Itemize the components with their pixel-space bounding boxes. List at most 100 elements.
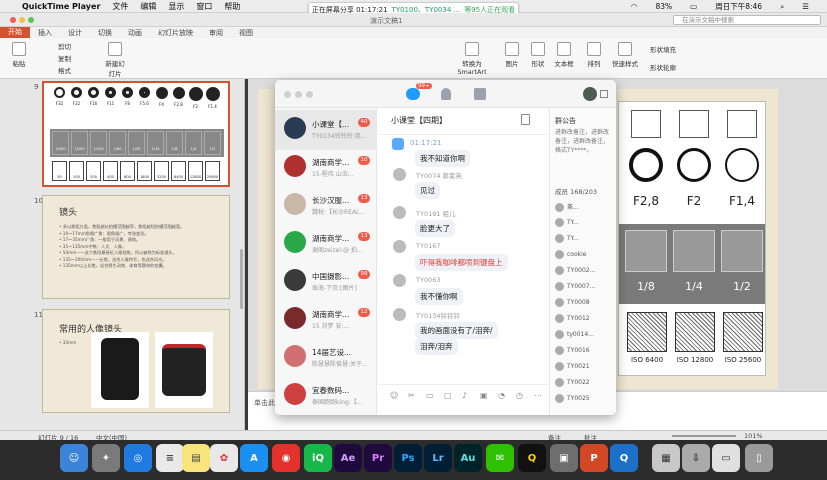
- photos-icon[interactable]: ✿: [210, 444, 238, 472]
- textbox-button[interactable]: 文本框: [554, 42, 574, 68]
- quicktime-icon[interactable]: Q: [610, 444, 638, 472]
- conversation-item[interactable]: 湖南商学... 15-程伟 山泊... 10: [275, 148, 377, 188]
- thumbnail-slide-9[interactable]: F32 F22 F16 F11 F8 F5.6 F4 F2.8 F2 F1.4 1/500 1/25…: [42, 81, 230, 187]
- launchpad-icon[interactable]: ✦: [92, 444, 120, 472]
- tab-view[interactable]: 视图: [231, 28, 261, 38]
- message-bubble[interactable]: 我不懂你啊: [415, 288, 463, 305]
- message-bubble[interactable]: 脸更大了: [415, 220, 455, 237]
- menu-help[interactable]: 帮助: [224, 1, 240, 12]
- menu-edit[interactable]: 编辑: [140, 1, 156, 12]
- after-effects-icon[interactable]: Ae: [334, 444, 362, 472]
- avatar[interactable]: [583, 87, 597, 101]
- member-item[interactable]: TY...: [555, 218, 613, 230]
- message-icon[interactable]: [406, 88, 420, 100]
- conversation-item[interactable]: 中国摄影... 珠海-下页:[图片] 99: [275, 262, 377, 302]
- paste-button[interactable]: 粘贴: [8, 42, 30, 68]
- menu-app-name[interactable]: QuickTime Player: [22, 2, 100, 11]
- notification-icon[interactable]: ☰: [802, 2, 809, 11]
- conversation-item[interactable]: 14届艺设... 陈慧慧陈俊慧:关于...: [275, 338, 377, 378]
- zoom-slider[interactable]: [672, 435, 736, 437]
- zoom-button[interactable]: [28, 17, 34, 23]
- downloads-icon[interactable]: ⇩: [682, 444, 710, 472]
- conversation-item[interactable]: 小课堂【... TY0134铃铃铃:我... 40: [275, 110, 377, 150]
- member-item[interactable]: TY0022: [555, 378, 613, 390]
- notes-icon[interactable]: ≡: [156, 444, 184, 472]
- stickies-icon[interactable]: ▤: [182, 444, 210, 472]
- screenshot-icon[interactable]: ▣: [550, 444, 578, 472]
- photoshop-icon[interactable]: Ps: [394, 444, 422, 472]
- apps-icon[interactable]: [474, 88, 486, 100]
- message-bubble[interactable]: 我的画面没有了/泪奔/: [415, 322, 498, 339]
- member-item[interactable]: TY0007...: [555, 282, 613, 294]
- conversation-item[interactable]: 宜春数码... 泰国跑跑king:【...: [275, 376, 377, 415]
- member-item[interactable]: cookie: [555, 250, 613, 262]
- more-icon[interactable]: ⋯: [534, 391, 542, 400]
- cut-button[interactable]: 剪切: [58, 41, 71, 51]
- member-item[interactable]: 茶...: [555, 202, 613, 214]
- image-icon[interactable]: ▢: [444, 391, 452, 400]
- message-bubble[interactable]: 泪奔/泪奔: [415, 338, 458, 355]
- clock[interactable]: 周日下午8:46: [715, 1, 762, 12]
- avatar[interactable]: [393, 308, 406, 321]
- trash-icon[interactable]: ▯: [745, 444, 773, 472]
- tab-insert[interactable]: 插入: [30, 28, 60, 38]
- emoji-icon[interactable]: ☺: [390, 391, 398, 400]
- battery-percent[interactable]: 83%: [655, 2, 672, 11]
- folder-icon[interactable]: ▭: [426, 391, 434, 400]
- preview-icon[interactable]: ▦: [652, 444, 680, 472]
- finder-icon[interactable]: ☺: [60, 444, 88, 472]
- member-item[interactable]: TY0002...: [555, 266, 613, 278]
- premiere-icon[interactable]: Pr: [364, 444, 392, 472]
- tab-design[interactable]: 设计: [60, 28, 90, 38]
- zoom-button[interactable]: [306, 91, 313, 98]
- shape-button[interactable]: 形状: [530, 42, 546, 68]
- message-bubble[interactable]: 见过: [415, 182, 440, 199]
- netease-music-icon[interactable]: ◉: [272, 444, 300, 472]
- tab-slideshow[interactable]: 幻灯片放映: [150, 28, 201, 38]
- contacts-icon[interactable]: [441, 88, 451, 100]
- tab-transitions[interactable]: 切换: [90, 28, 120, 38]
- wechat-icon[interactable]: ✉: [486, 444, 514, 472]
- picture-button[interactable]: 图片: [504, 42, 520, 68]
- window-toggle-icon[interactable]: [600, 90, 608, 98]
- message-bubble[interactable]: 吓得我咖啡都喷到键盘上: [415, 254, 508, 271]
- wifi-icon[interactable]: ◠: [631, 2, 638, 11]
- menu-file[interactable]: 文件: [112, 1, 128, 12]
- member-item[interactable]: TY0016: [555, 346, 613, 358]
- avatar[interactable]: [393, 240, 406, 253]
- close-button[interactable]: [10, 17, 16, 23]
- screen-share-icon[interactable]: [392, 138, 404, 150]
- avatar[interactable]: [393, 206, 406, 219]
- audition-icon[interactable]: Au: [454, 444, 482, 472]
- search-input[interactable]: 在演示文稿中搜索: [673, 15, 821, 25]
- shape-fill-button[interactable]: 形状填充: [650, 44, 676, 54]
- message-bubble[interactable]: 我不知道你啊: [415, 150, 470, 167]
- minimize-button[interactable]: [295, 91, 302, 98]
- format-button[interactable]: 格式: [58, 65, 71, 75]
- microphone-icon[interactable]: ♪: [462, 391, 467, 400]
- iqiyi-icon[interactable]: iQ: [304, 444, 332, 472]
- quick-styles-button[interactable]: 快速样式: [612, 42, 638, 68]
- member-item[interactable]: TY...: [555, 234, 613, 246]
- menu-window[interactable]: 窗口: [196, 1, 212, 12]
- member-item[interactable]: TY0008: [555, 298, 613, 310]
- video-icon[interactable]: ▣: [480, 391, 488, 400]
- member-item[interactable]: TY0021: [555, 362, 613, 374]
- history-icon[interactable]: ◷: [516, 391, 523, 400]
- shape-outline-button[interactable]: 形状轮廓: [650, 62, 676, 72]
- menu-view[interactable]: 显示: [168, 1, 184, 12]
- search-icon[interactable]: ⌕: [780, 2, 784, 12]
- member-item[interactable]: TY0025: [555, 394, 613, 406]
- image-capture-icon[interactable]: ▭: [712, 444, 740, 472]
- tab-home[interactable]: 开始: [0, 27, 30, 38]
- avatar[interactable]: [393, 168, 406, 181]
- smartart-button[interactable]: 转换为SmartArt: [448, 42, 496, 76]
- thumbnail-slide-11[interactable]: 常用的人像镜头 • 35mm: [42, 309, 230, 413]
- member-item[interactable]: TY0012: [555, 314, 613, 326]
- tab-review[interactable]: 审阅: [201, 28, 231, 38]
- file-icon[interactable]: [521, 114, 530, 125]
- arrange-button[interactable]: 排列: [586, 42, 602, 68]
- appstore-icon[interactable]: A: [240, 444, 268, 472]
- minimize-button[interactable]: [19, 17, 25, 23]
- thumbnail-slide-10[interactable]: 镜头 • 多以焦距分类，焦距越长拍摄范围越窄，焦距越短拍摄范围越宽。 • 10～…: [42, 195, 230, 299]
